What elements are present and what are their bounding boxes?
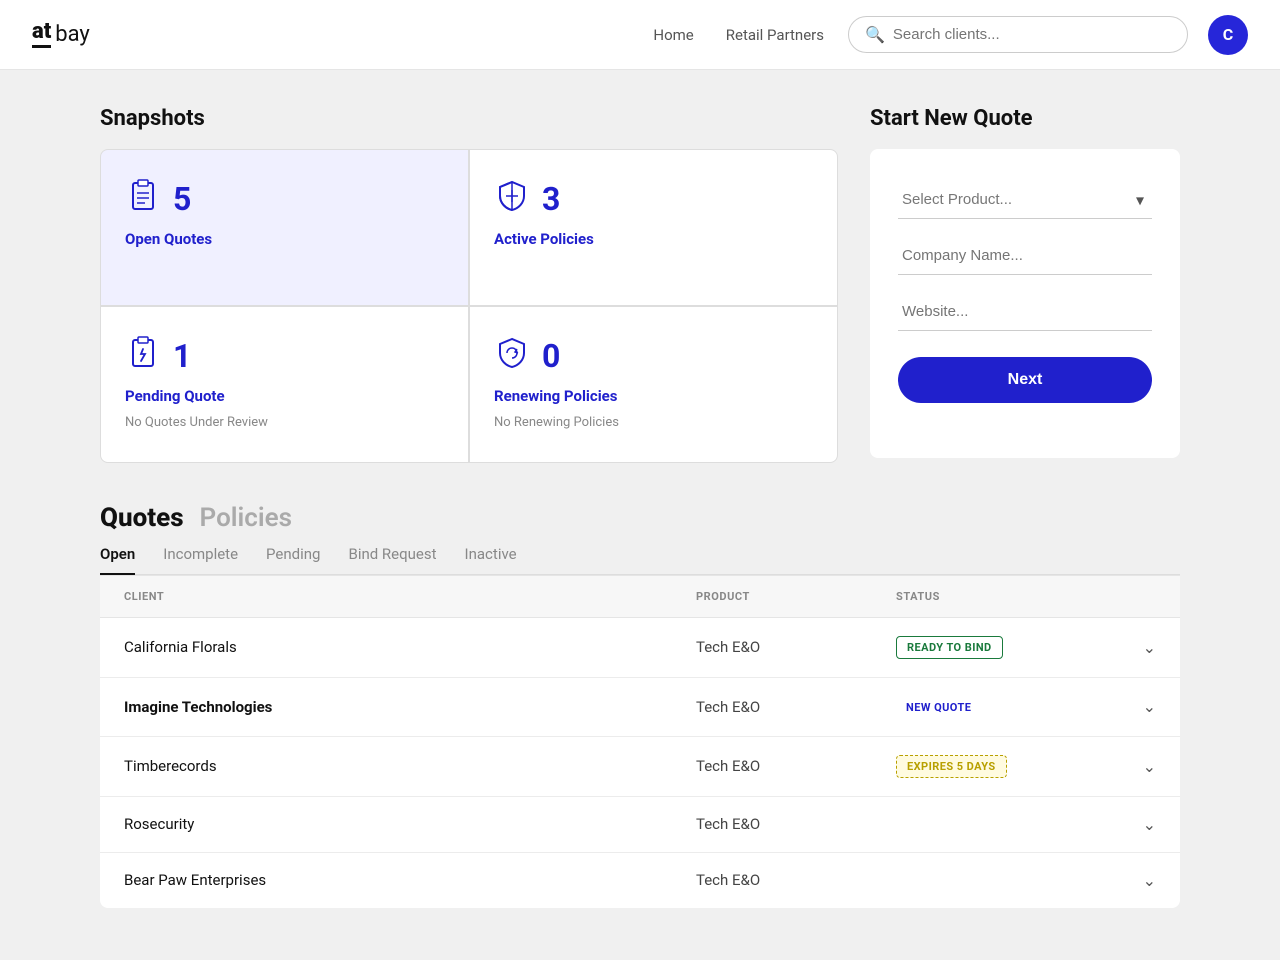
- main-content: Snapshots: [80, 70, 1200, 948]
- product-select[interactable]: Select Product...: [898, 181, 1152, 219]
- clipboard-icon: [125, 178, 161, 220]
- top-section: Snapshots: [100, 106, 1180, 463]
- col-client: CLIENT: [124, 590, 696, 603]
- search-bar: 🔍: [848, 16, 1188, 53]
- nav-home[interactable]: Home: [653, 26, 693, 44]
- search-icon: 🔍: [865, 25, 885, 44]
- active-policies-count: 3: [542, 180, 560, 218]
- client-name: Timberecords: [124, 757, 696, 775]
- snapshot-grid: 5 Open Quotes: [100, 149, 838, 463]
- product-label: Tech E&O: [696, 757, 896, 775]
- avatar: C: [1208, 15, 1248, 55]
- product-label: Tech E&O: [696, 698, 896, 716]
- sub-tab-bind-request[interactable]: Bind Request: [348, 545, 436, 575]
- quotes-tab-inactive[interactable]: Policies: [200, 503, 292, 533]
- status-badge: READY TO BIND: [896, 636, 1003, 659]
- table-header: CLIENT PRODUCT STATUS: [100, 575, 1180, 618]
- company-name-input[interactable]: [898, 237, 1152, 275]
- logo-bay-text: bay: [55, 22, 90, 47]
- navbar: at bay Home Retail Partners 🔍 C: [0, 0, 1280, 70]
- quote-form: Select Product... Next: [870, 149, 1180, 458]
- product-label: Tech E&O: [696, 871, 896, 889]
- active-policies-label: Active Policies: [494, 230, 813, 248]
- open-quotes-count: 5: [173, 180, 191, 218]
- product-select-wrapper: Select Product...: [898, 181, 1152, 219]
- sub-tab-inactive[interactable]: Inactive: [465, 545, 517, 575]
- pending-clipboard-icon: [125, 335, 161, 377]
- website-input[interactable]: [898, 293, 1152, 331]
- renewing-policies-count: 0: [542, 337, 560, 375]
- new-quote-section: Start New Quote Select Product... Next: [870, 106, 1180, 463]
- shield-icon: [494, 178, 530, 220]
- search-input[interactable]: [893, 26, 1171, 43]
- col-product: PRODUCT: [696, 590, 896, 603]
- col-status: STATUS: [896, 590, 1116, 603]
- row-expand-icon[interactable]: ⌄: [1116, 757, 1156, 776]
- status-badge: EXPIRES 5 DAYS: [896, 755, 1007, 778]
- snapshots-section: Snapshots: [100, 106, 838, 463]
- row-expand-icon[interactable]: ⌄: [1116, 697, 1156, 716]
- nav-retail-partners[interactable]: Retail Partners: [726, 26, 824, 44]
- snapshot-open-quotes[interactable]: 5 Open Quotes: [101, 150, 468, 305]
- quotes-section: Quotes Policies Open Incomplete Pending …: [100, 503, 1180, 908]
- table-row[interactable]: California Florals Tech E&O READY TO BIN…: [100, 618, 1180, 678]
- sub-tab-pending[interactable]: Pending: [266, 545, 320, 575]
- pending-quote-sub: No Quotes Under Review: [125, 415, 444, 430]
- table-row[interactable]: Bear Paw Enterprises Tech E&O ⌄: [100, 853, 1180, 908]
- status-badge: NEW QUOTE: [896, 697, 981, 718]
- new-quote-title: Start New Quote: [870, 106, 1180, 131]
- logo: at bay: [32, 21, 90, 48]
- snapshot-renewing-policies[interactable]: 0 Renewing Policies No Renewing Policies: [470, 307, 837, 462]
- open-quotes-label: Open Quotes: [125, 230, 444, 248]
- client-name: California Florals: [124, 638, 696, 656]
- row-expand-icon[interactable]: ⌄: [1116, 638, 1156, 657]
- next-button[interactable]: Next: [898, 357, 1152, 403]
- client-name: Imagine Technologies: [124, 698, 696, 716]
- quotes-header: Quotes Policies: [100, 503, 1180, 533]
- client-name: Rosecurity: [124, 815, 696, 833]
- renewing-policies-sub: No Renewing Policies: [494, 415, 813, 430]
- product-label: Tech E&O: [696, 638, 896, 656]
- renewing-shield-icon: [494, 335, 530, 377]
- table-row[interactable]: Timberecords Tech E&O EXPIRES 5 DAYS ⌄: [100, 737, 1180, 797]
- row-expand-icon[interactable]: ⌄: [1116, 871, 1156, 890]
- snapshots-title: Snapshots: [100, 106, 838, 131]
- pending-quote-label: Pending Quote: [125, 387, 444, 405]
- col-actions: [1116, 590, 1156, 603]
- quotes-table: CLIENT PRODUCT STATUS California Florals…: [100, 575, 1180, 908]
- nav-links: Home Retail Partners: [653, 26, 824, 44]
- row-expand-icon[interactable]: ⌄: [1116, 815, 1156, 834]
- renewing-policies-label: Renewing Policies: [494, 387, 813, 405]
- table-row[interactable]: Rosecurity Tech E&O ⌄: [100, 797, 1180, 853]
- quotes-tab-active[interactable]: Quotes: [100, 503, 184, 533]
- sub-tabs: Open Incomplete Pending Bind Request Ina…: [100, 545, 1180, 575]
- client-name: Bear Paw Enterprises: [124, 871, 696, 889]
- snapshot-pending-quote[interactable]: 1 Pending Quote No Quotes Under Review: [101, 307, 468, 462]
- pending-quote-count: 1: [173, 337, 191, 375]
- snapshot-active-policies[interactable]: 3 Active Policies: [470, 150, 837, 305]
- table-row[interactable]: Imagine Technologies Tech E&O NEW QUOTE …: [100, 678, 1180, 737]
- sub-tab-incomplete[interactable]: Incomplete: [163, 545, 238, 575]
- product-label: Tech E&O: [696, 815, 896, 833]
- sub-tab-open[interactable]: Open: [100, 545, 135, 575]
- logo-at-text: at: [32, 21, 51, 48]
